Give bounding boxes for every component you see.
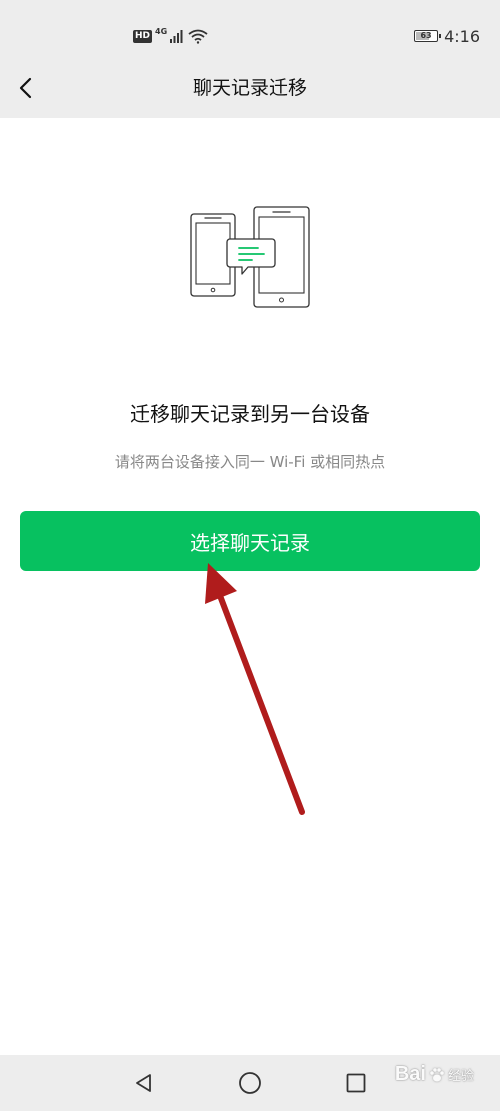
system-recents-button[interactable] (336, 1063, 376, 1103)
battery-level-text: 63 (420, 31, 432, 40)
wifi-icon (188, 29, 208, 44)
back-button[interactable] (8, 70, 44, 106)
watermark-text: Bai (394, 1063, 426, 1085)
system-back-button[interactable] (124, 1063, 164, 1103)
main-heading: 迁移聊天记录到另一台设备 (130, 402, 370, 426)
baidu-watermark: Bai 经验 (395, 1063, 474, 1086)
circle-home-icon (239, 1072, 261, 1094)
system-home-button[interactable] (230, 1063, 270, 1103)
network-type-label: 4G (155, 26, 168, 36)
watermark-sub-text: 经验 (447, 1069, 474, 1084)
system-navigation-bar: Bai 经验 (0, 1055, 500, 1111)
select-chat-history-button[interactable]: 选择聊天记录 (20, 511, 480, 571)
chevron-left-icon (19, 77, 32, 99)
battery-cap (439, 34, 442, 38)
instruction-text: 请将两台设备接入同一 Wi-Fi 或相同热点 (114, 453, 386, 471)
signal-icon (170, 30, 183, 43)
navigation-bar: 聊天记录迁移 (0, 58, 500, 118)
paw-icon (430, 1067, 444, 1081)
square-recents-icon (346, 1073, 366, 1093)
status-bar: HD 4G 63 4:16 (0, 0, 500, 58)
battery-icon: 63 (414, 30, 442, 42)
status-right-group: 63 4:16 (414, 26, 480, 46)
page-title: 聊天记录迁移 (192, 77, 307, 99)
hd-badge: HD (133, 29, 153, 43)
status-left-group: HD 4G (133, 26, 209, 46)
status-time: 4:16 (444, 26, 480, 46)
triangle-back-icon (136, 1074, 151, 1092)
phone-transfer-icon (190, 206, 310, 308)
